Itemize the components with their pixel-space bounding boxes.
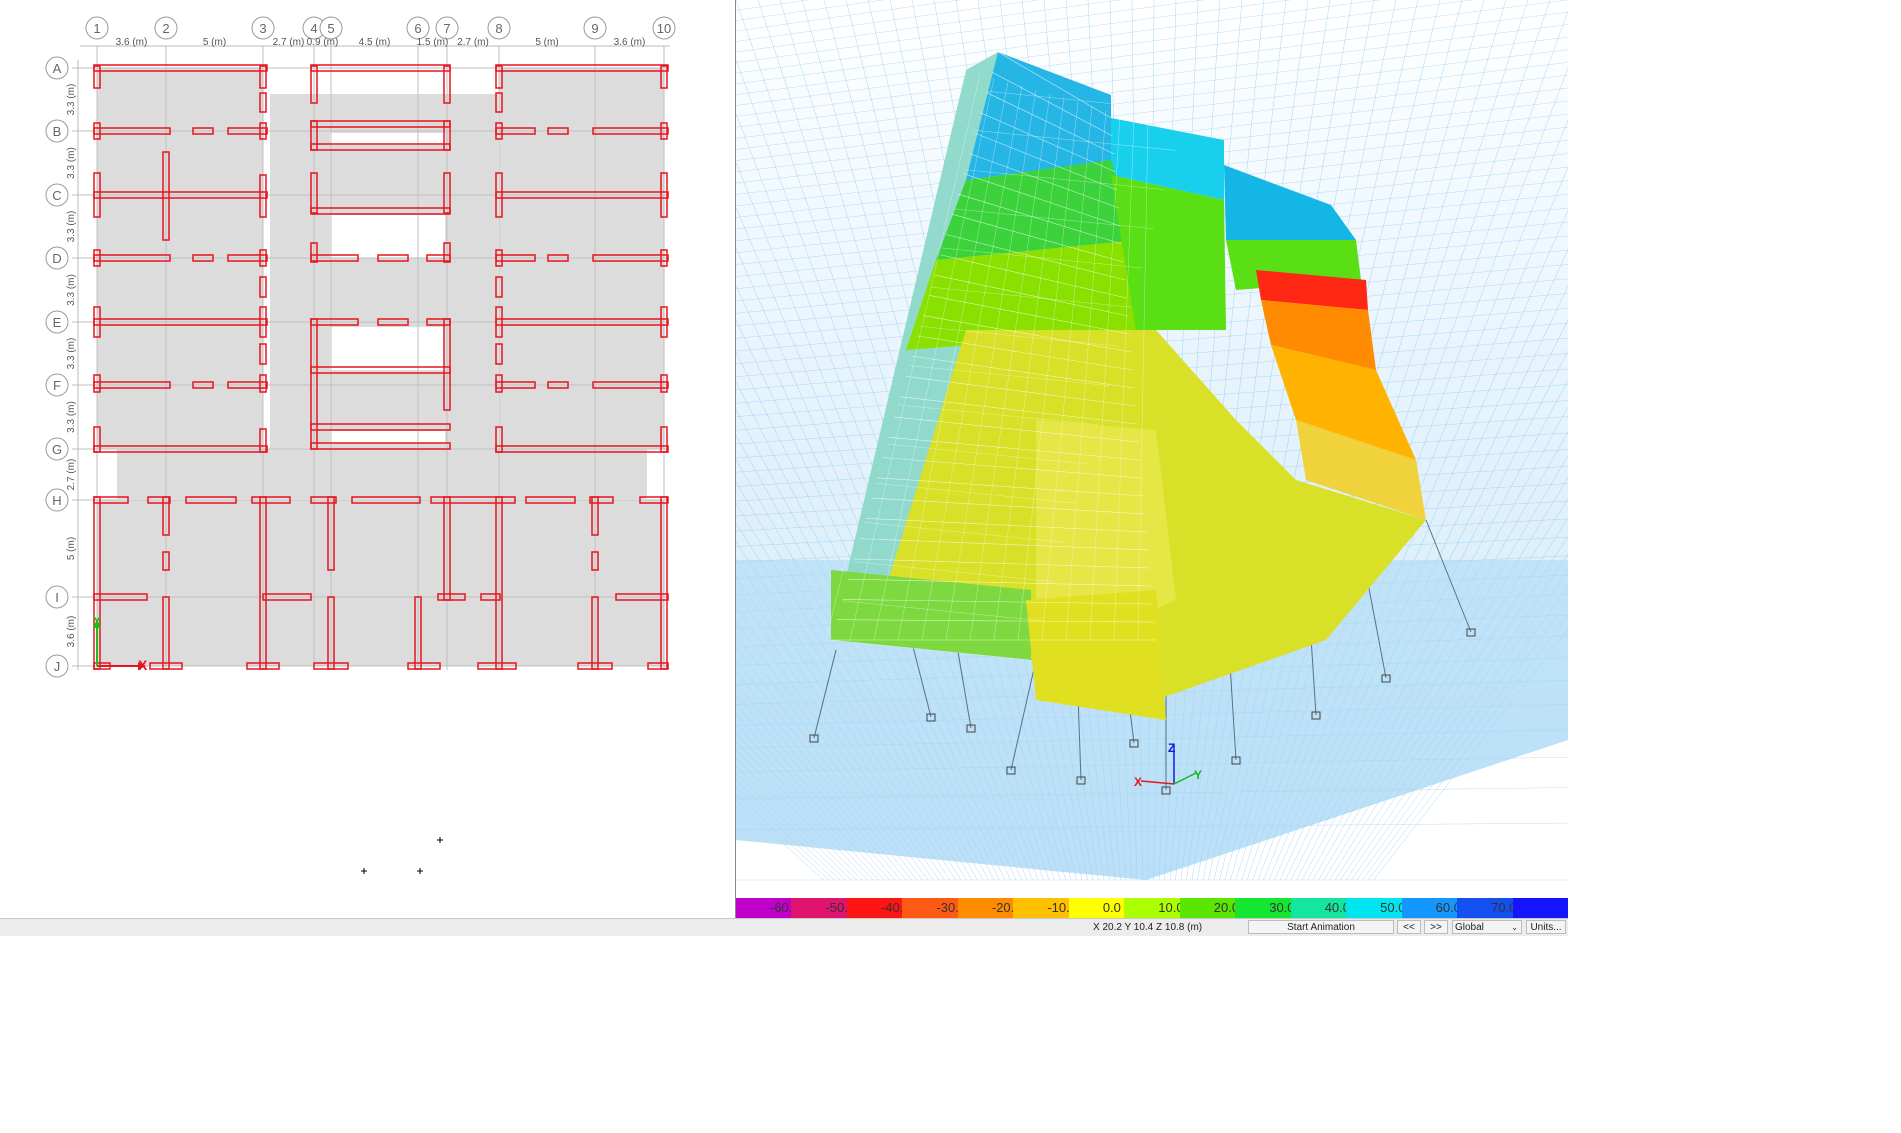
legend-swatch: 50.0 <box>1346 898 1405 918</box>
grid-bubble-label: 4 <box>310 21 317 36</box>
dimension-label: 1.5 (m) <box>417 37 449 48</box>
grid-bubble-label: E <box>53 315 62 330</box>
legend-swatch: -40.0 <box>846 898 911 918</box>
dimension-label: 3.3 (m) <box>66 147 77 179</box>
dimension-label: 3.3 (m) <box>66 274 77 306</box>
grid-bubble-label: F <box>53 378 61 393</box>
grid-bubble-label: 10 <box>657 21 671 36</box>
grid-bubble-label: B <box>53 124 62 139</box>
legend-swatch: 10.0 <box>1124 898 1184 918</box>
dimension-label: 5 (m) <box>203 37 226 48</box>
plan-view[interactable]: 1 2 3 4 5 6 7 8 9 10 A B C D E F G H I J 3.6 (m) 5 (m) 2.7 (… <box>0 0 735 918</box>
slab <box>97 500 664 666</box>
grid-bubble-label: A <box>53 61 62 76</box>
grid-bubble-label: 6 <box>414 21 421 36</box>
slab <box>117 449 647 499</box>
grid-bubble-label: D <box>52 251 61 266</box>
model-3d-drawing: Z X Y <box>736 0 1568 881</box>
model-axis-y-label: Y <box>1194 768 1202 782</box>
status-bar: X 20.2 Y 10.4 Z 10.8 (m) Start Animation… <box>0 918 1568 936</box>
legend-swatch: 20.0 <box>1179 898 1239 918</box>
grid-bubble-label: 9 <box>591 21 598 36</box>
model-3d-view[interactable]: Z X Y <box>736 0 1568 898</box>
model-axis-z-label: Z <box>1168 741 1175 755</box>
coordinate-system-value: Global <box>1455 922 1484 933</box>
dimension-label: 3.3 (m) <box>66 401 77 433</box>
legend-swatch: 30.0 <box>1235 898 1295 918</box>
dimension-label: 4.5 (m) <box>359 37 391 48</box>
legend-swatch: 0.0 <box>1068 898 1125 918</box>
dimension-label: 2.7 (m) <box>457 37 489 48</box>
start-animation-button[interactable]: Start Animation <box>1248 920 1394 934</box>
legend-swatch: -60.0 <box>736 898 800 918</box>
grid-bubble-label: C <box>52 188 61 203</box>
grid-bubble-label: 8 <box>495 21 502 36</box>
coordinate-system-select[interactable]: Global ⌄ <box>1452 920 1522 934</box>
grid-bubble-label: H <box>52 493 61 508</box>
grid-bubble-label: 7 <box>443 21 450 36</box>
dimension-label: 3.6 (m) <box>116 37 148 48</box>
grid-bubble-label: 3 <box>259 21 266 36</box>
dimension-label: 3.6 (m) <box>614 37 646 48</box>
slab-opening <box>330 215 445 258</box>
dimension-label: 2.7 (m) <box>66 459 77 491</box>
legend-swatch: -50.0 <box>791 898 855 918</box>
units-button[interactable]: Units... <box>1526 920 1566 934</box>
legend-swatch: -10.0 <box>1013 898 1077 918</box>
legend-swatch <box>1512 898 1569 918</box>
grid-bubble-label: 1 <box>93 21 100 36</box>
grid-bubble-label: 5 <box>327 21 334 36</box>
legend-swatch: -30.0 <box>902 898 966 918</box>
grid-bubble-label: J <box>54 659 61 674</box>
legend-swatch: -20.0 <box>957 898 1022 918</box>
legend-swatch: 60.0 <box>1401 898 1461 918</box>
legend-swatch: 40.0 <box>1290 898 1350 918</box>
legend-label: 0.0 <box>1102 900 1121 915</box>
dimension-label: 0.9 (m) <box>307 37 339 48</box>
grid-bubble-label: 2 <box>162 21 169 36</box>
dimension-label: 3.3 (m) <box>66 338 77 370</box>
model-axis-x-label: X <box>1134 775 1142 789</box>
dimension-label: 5 (m) <box>535 37 558 48</box>
slab-opening <box>330 431 445 443</box>
grid-bubble-label: I <box>55 590 59 605</box>
slab <box>270 94 498 449</box>
dimension-label: 5 (m) <box>66 537 77 560</box>
dimension-label: 3.3 (m) <box>66 211 77 243</box>
next-button[interactable]: >> <box>1424 920 1448 934</box>
cursor-coordinates: X 20.2 Y 10.4 Z 10.8 (m) <box>1093 922 1203 933</box>
legend-swatch: 70.0 <box>1457 898 1516 918</box>
plan-drawing: 1 2 3 4 5 6 7 8 9 10 A B C D E F G H I J 3.6 (m) 5 (m) 2.7 (… <box>45 16 676 874</box>
grid-bubble-label: G <box>52 442 62 457</box>
contour-legend: -60.0 -50.0 -40.0 -30.0 -20.0 -10.0 0.0 10.0 20.… <box>736 898 1569 918</box>
stray-point-markers <box>361 837 443 874</box>
dimension-label: 3.3 (m) <box>66 84 77 116</box>
plan-axis-y-label: Y <box>93 614 101 628</box>
chevron-down-icon: ⌄ <box>1511 923 1518 932</box>
dimension-label: 2.7 (m) <box>273 37 305 48</box>
slab-opening <box>330 327 445 370</box>
dimension-label: 3.6 (m) <box>66 616 77 648</box>
plan-axis-x-label: X <box>138 657 148 673</box>
slab-opening <box>330 133 445 145</box>
previous-button[interactable]: << <box>1397 920 1421 934</box>
